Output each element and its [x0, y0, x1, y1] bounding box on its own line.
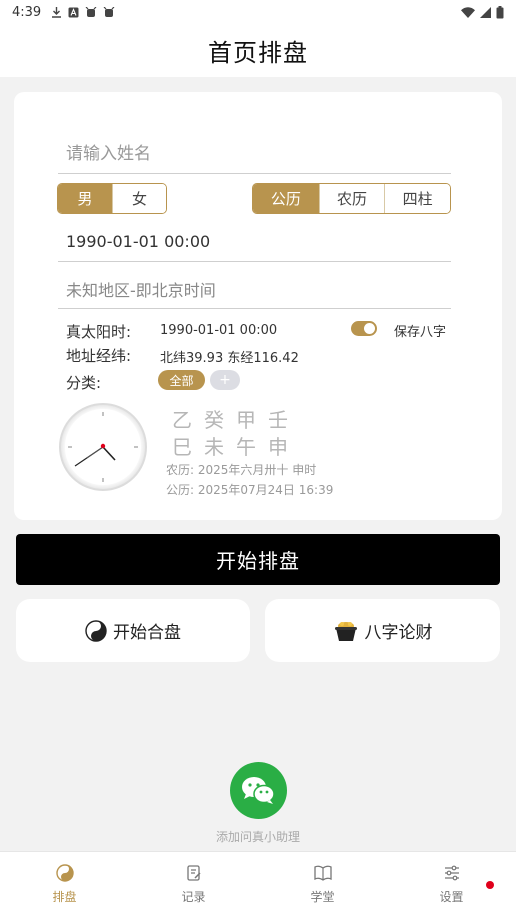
- bottom-tab-bar: 排盘 记录 学堂 设置: [0, 851, 516, 917]
- save-bazi-label: 保存八字: [394, 325, 447, 340]
- tab-records[interactable]: 记录: [129, 852, 258, 917]
- chart-form-card: 男 女 公历 农历 四柱 1990-01-01 00:00 未知地区-即北京时间…: [14, 92, 502, 520]
- book-icon: [313, 862, 333, 884]
- birth-place-field[interactable]: 未知地区-即北京时间: [58, 269, 451, 309]
- gender-female-option[interactable]: 女: [112, 184, 166, 213]
- calendar-four-pillars-option[interactable]: 四柱: [384, 184, 450, 213]
- save-bazi-toggle[interactable]: [351, 321, 377, 336]
- tab-settings-label: 设置: [439, 890, 464, 904]
- true-solar-time-label: 真太阳时:: [66, 323, 132, 341]
- tab-settings[interactable]: 设置: [387, 852, 516, 917]
- bazi-stems: 乙癸甲壬: [172, 408, 300, 432]
- notification-badge: [486, 881, 494, 889]
- app-bug-icon: [85, 6, 97, 17]
- gender-male-option[interactable]: 男: [58, 184, 112, 213]
- settings-sliders-icon: [443, 862, 461, 884]
- bazi-wealth-button[interactable]: 八字论财: [265, 599, 500, 662]
- solar-date: 公历: 2025年07月24日 16:39: [166, 483, 334, 497]
- calendar-lunar-option[interactable]: 农历: [318, 184, 385, 213]
- coords-value: 北纬39.93 东经116.42: [160, 351, 299, 366]
- calendar-solar-option[interactable]: 公历: [253, 184, 319, 213]
- coords-label: 地址经纬:: [66, 347, 132, 365]
- start-chart-button[interactable]: 开始排盘: [16, 534, 500, 585]
- tab-school-label: 学堂: [310, 890, 335, 904]
- status-bar: 4:39: [0, 0, 516, 24]
- signal-icon: [480, 6, 491, 18]
- download-icon: [52, 7, 62, 18]
- yinyang-icon: [55, 862, 74, 884]
- tab-paipan[interactable]: 排盘: [0, 852, 129, 917]
- treasure-pot-icon: [334, 621, 357, 641]
- bazi-wealth-label: 八字论财: [364, 623, 433, 643]
- clock-icon: [59, 403, 147, 491]
- tab-school[interactable]: 学堂: [258, 852, 387, 917]
- tab-paipan-label: 排盘: [52, 890, 77, 904]
- wifi-icon: [461, 6, 475, 18]
- app-a-icon: [68, 7, 79, 17]
- lunar-date: 农历: 2025年六月卅十 申时: [166, 463, 317, 477]
- category-label: 分类:: [66, 374, 102, 392]
- gender-segmented-control: 男 女: [57, 183, 167, 214]
- start-hepan-button[interactable]: 开始合盘: [16, 599, 250, 662]
- birth-datetime-field[interactable]: 1990-01-01 00:00: [58, 222, 451, 262]
- toggle-knob: [364, 323, 375, 334]
- true-solar-time-value: 1990-01-01 00:00: [160, 323, 278, 338]
- wechat-assistant-label: 添加问真小助理: [215, 830, 300, 844]
- yinyang-icon: [85, 619, 107, 642]
- calendar-segmented-control: 公历 农历 四柱: [252, 183, 451, 214]
- top-header: 首页排盘: [0, 24, 516, 77]
- bazi-branches: 巳未午申: [172, 435, 300, 459]
- page-title: 首页排盘: [208, 39, 308, 67]
- name-input[interactable]: [58, 134, 451, 174]
- status-notification-icons: [51, 6, 115, 18]
- category-add-chip[interactable]: +: [210, 370, 240, 390]
- wechat-assistant-button[interactable]: [230, 762, 287, 819]
- wechat-icon: [242, 777, 275, 804]
- status-time: 4:39: [12, 4, 42, 20]
- start-hepan-label: 开始合盘: [113, 623, 181, 643]
- edit-note-icon: [185, 862, 203, 884]
- battery-icon: [496, 5, 504, 18]
- category-all-chip[interactable]: 全部: [158, 370, 205, 390]
- tab-records-label: 记录: [181, 890, 206, 904]
- app-bug-icon-2: [103, 6, 115, 17]
- status-system-icons: [461, 5, 504, 19]
